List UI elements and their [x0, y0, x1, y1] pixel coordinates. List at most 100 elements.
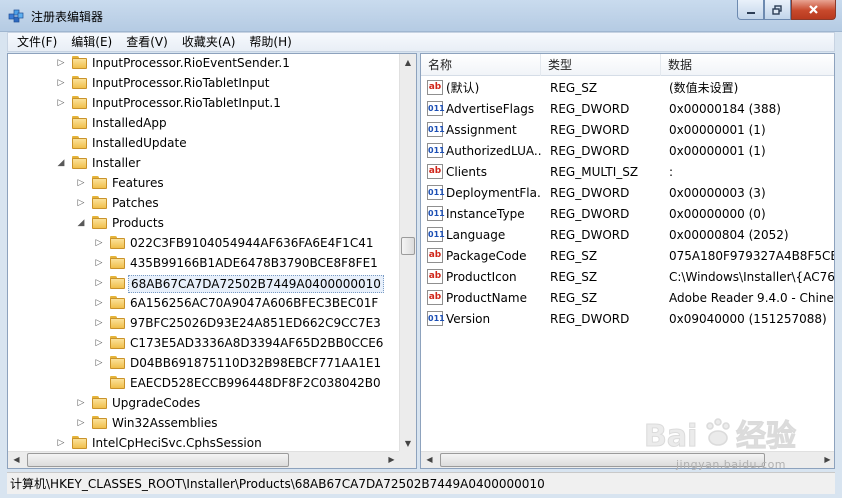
tree-node-label: 022C3FB9104054944AF636FA6E4F1C41	[130, 236, 374, 250]
list-item[interactable]: 011 InstanceType REG_DWORD 0x00000000 (0)	[421, 203, 834, 224]
tree-vertical-scrollbar[interactable]: ▲ ▼	[399, 54, 416, 452]
value-type: REG_DWORD	[550, 312, 630, 326]
column-header-data[interactable]: 数据	[661, 54, 834, 76]
list-item[interactable]: ab PackageCode REG_SZ 075A180F979327A4B8F5C…	[421, 245, 834, 266]
folder-icon	[72, 115, 87, 130]
tree-node[interactable]: EAECD528ECCB996448DF8F2C038042B0	[8, 373, 398, 393]
menu-edit[interactable]: 编辑(E)	[62, 33, 117, 51]
scroll-left-icon[interactable]: ◀	[421, 452, 438, 468]
expand-arrow-icon[interactable]: ▷	[94, 237, 104, 249]
tree-node-label: 97BFC25026D93E24A851ED662C9CC7E3	[130, 316, 381, 330]
dword-value-icon: 011	[427, 311, 445, 326]
list-item[interactable]: 011 AdvertiseFlags REG_DWORD 0x00000184 (38…	[421, 98, 834, 119]
expand-arrow-icon[interactable]: ▷	[94, 297, 104, 309]
list-item[interactable]: ab ProductName REG_SZ Adobe Reader 9.4.0 - …	[421, 287, 834, 308]
list-item[interactable]: 011 DeploymentFla... REG_DWORD 0x00000003 (…	[421, 182, 834, 203]
registry-key-tree[interactable]: ▷ InputProcessor.RioEventSender.1 ▷ InputPr…	[7, 53, 417, 469]
tree-node-label: InstalledApp	[92, 116, 167, 130]
tree-node[interactable]: ◢ Installer	[8, 153, 398, 173]
expand-arrow-icon[interactable]: ▷	[56, 437, 66, 449]
expand-arrow-icon[interactable]: ▷	[76, 197, 86, 209]
dword-value-icon: 011	[427, 143, 445, 158]
restore-button[interactable]	[764, 0, 791, 20]
menu-file[interactable]: 文件(F)	[8, 33, 62, 51]
tree-node-label: InputProcessor.RioTabletInput	[92, 76, 270, 90]
tree-node[interactable]: ▷ UpgradeCodes	[8, 393, 398, 413]
tree-node[interactable]: ▷ 022C3FB9104054944AF636FA6E4F1C41	[8, 233, 398, 253]
column-header-name[interactable]: 名称	[421, 54, 541, 76]
minimize-button[interactable]	[737, 0, 764, 20]
collapse-arrow-icon[interactable]: ◢	[76, 217, 86, 229]
tree-node[interactable]: ▷ Win32Assemblies	[8, 413, 398, 433]
list-item[interactable]: ab ProductIcon REG_SZ C:\Windows\Installer\…	[421, 266, 834, 287]
expand-arrow-icon[interactable]: ▷	[94, 337, 104, 349]
tree-hscroll-thumb[interactable]	[27, 453, 289, 467]
list-item[interactable]: 011 Language REG_DWORD 0x00000804 (2052)	[421, 224, 834, 245]
value-name: AdvertiseFlags	[446, 102, 535, 116]
value-name: ProductName	[446, 291, 527, 305]
tree-node[interactable]: ▷ Features	[8, 173, 398, 193]
tree-node[interactable]: ▷ 97BFC25026D93E24A851ED662C9CC7E3	[8, 313, 398, 333]
tree-node[interactable]: ▷ IntelCpHeciSvc.CphsSession	[8, 433, 398, 453]
baidu-jingyan-watermark: Bai 经验	[644, 418, 797, 455]
expand-arrow-icon[interactable]: ▷	[94, 277, 104, 289]
column-header-type[interactable]: 类型	[541, 54, 661, 76]
tree-node[interactable]: InstalledApp	[8, 113, 398, 133]
folder-icon	[72, 155, 87, 170]
minimize-icon	[746, 11, 755, 14]
collapse-arrow-icon[interactable]: ◢	[56, 157, 66, 169]
expand-arrow-icon[interactable]: ▷	[76, 177, 86, 189]
expand-arrow-icon[interactable]: ▷	[56, 57, 66, 69]
scroll-right-icon[interactable]: ▶	[819, 452, 834, 468]
menu-favorites[interactable]: 收藏夹(A)	[173, 33, 241, 51]
folder-icon	[110, 235, 125, 250]
tree-node[interactable]: ▷ InputProcessor.RioTabletInput	[8, 73, 398, 93]
close-button[interactable]	[791, 0, 836, 20]
tree-node[interactable]: ▷ 68AB67CA7DA72502B7449A0400000010	[8, 273, 398, 293]
scroll-down-icon[interactable]: ▼	[400, 435, 416, 452]
list-item[interactable]: 011 Assignment REG_DWORD 0x00000001 (1)	[421, 119, 834, 140]
value-data: 0x00000001 (1)	[669, 144, 766, 158]
folder-icon	[110, 355, 125, 370]
watermark-url: jingyan.baidu.com	[676, 458, 787, 471]
scroll-right-icon[interactable]: ▶	[383, 452, 400, 468]
tree-node-label: 6A156256AC70A9047A606BFEC3BEC01F	[130, 296, 379, 310]
folder-icon	[72, 55, 87, 70]
expand-arrow-icon[interactable]: ▷	[56, 97, 66, 109]
expand-arrow-icon[interactable]: ▷	[94, 257, 104, 269]
folder-icon	[110, 335, 125, 350]
tree-node[interactable]: ▷ 6A156256AC70A9047A606BFEC3BEC01F	[8, 293, 398, 313]
tree-node[interactable]: ▷ C173E5AD3336A8D3394AF65D2BB0CCE6	[8, 333, 398, 353]
value-data: 0x00000804 (2052)	[669, 228, 789, 242]
expand-arrow-icon[interactable]: ▷	[94, 357, 104, 369]
value-type: REG_DWORD	[550, 207, 630, 221]
tree-node[interactable]: ▷ 435B99166B1ADE6478B3790BCE8F8FE1	[8, 253, 398, 273]
tree-node[interactable]: ◢ Products	[8, 213, 398, 233]
value-data: 0x00000003 (3)	[669, 186, 766, 200]
tree-node[interactable]: ▷ InputProcessor.RioEventSender.1	[8, 54, 398, 73]
scroll-up-icon[interactable]: ▲	[400, 54, 416, 71]
tree-horizontal-scrollbar[interactable]: ◀ ▶	[8, 451, 400, 468]
folder-icon	[72, 135, 87, 150]
expand-arrow-icon[interactable]: ▷	[76, 417, 86, 429]
list-item[interactable]: 011 AuthorizedLUA... REG_DWORD 0x00000001 (…	[421, 140, 834, 161]
list-item[interactable]: ab Clients REG_MULTI_SZ:	[421, 161, 834, 182]
expand-arrow-icon[interactable]: ▷	[56, 77, 66, 89]
scroll-left-icon[interactable]: ◀	[8, 452, 25, 468]
tree-node[interactable]: ▷ D04BB691875110D32B98EBCF771AA1E1	[8, 353, 398, 373]
value-type: REG_SZ	[550, 81, 598, 95]
menu-help[interactable]: 帮助(H)	[240, 33, 296, 51]
menu-view[interactable]: 查看(V)	[117, 33, 173, 51]
dword-value-icon: 011	[427, 206, 445, 221]
registry-values-list[interactable]: 名称 类型 数据 ab (默认) REG_SZ (数值未设置) 011 Advertise…	[420, 53, 835, 469]
value-type: REG_DWORD	[550, 186, 630, 200]
tree-scroll-thumb[interactable]	[401, 237, 415, 255]
list-item[interactable]: 011 Version REG_DWORD 0x09040000 (151257088…	[421, 308, 834, 329]
tree-node[interactable]: ▷ InputProcessor.RioTabletInput.1	[8, 93, 398, 113]
expand-arrow-icon[interactable]: ▷	[76, 397, 86, 409]
tree-node-label: InputProcessor.RioTabletInput.1	[92, 96, 281, 110]
list-item[interactable]: ab (默认) REG_SZ (数值未设置)	[421, 77, 834, 98]
tree-node[interactable]: ▷ Patches	[8, 193, 398, 213]
tree-node[interactable]: InstalledUpdate	[8, 133, 398, 153]
expand-arrow-icon[interactable]: ▷	[94, 317, 104, 329]
